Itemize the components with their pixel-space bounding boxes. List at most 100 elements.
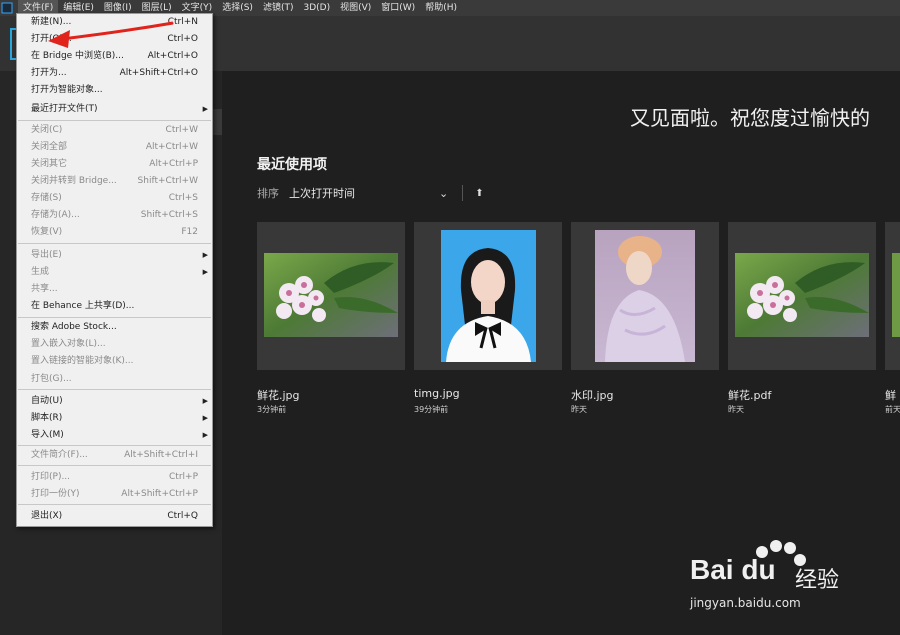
menu-item-browse-bridge[interactable]: 在 Bridge 中浏览(B)... Alt+Ctrl+O <box>17 48 212 65</box>
sort-label: 排序 <box>257 187 279 200</box>
watermark-brand: 经验 <box>795 568 840 593</box>
menu-item-close-others[interactable]: 关闭其它 Alt+Ctrl+P <box>17 156 212 173</box>
sort-direction-icon[interactable]: ⬆ <box>475 188 483 199</box>
menu-item-label: 关闭全部 <box>31 142 68 152</box>
menu-view[interactable]: 视图(V) <box>335 0 376 16</box>
submenu-arrow-icon: ▶ <box>202 251 208 259</box>
menu-separator <box>18 317 211 318</box>
file-name[interactable]: 鲜花.jpg <box>257 387 300 403</box>
menu-item-label: 打开为... <box>31 68 67 78</box>
menu-item-generate[interactable]: 生成 ▶ <box>17 264 212 281</box>
menu-item-open-smart-object[interactable]: 打开为智能对象... <box>17 82 212 99</box>
menu-item-shortcut: Alt+Shift+Ctrl+P <box>121 489 198 499</box>
menu-item-place-linked[interactable]: 置入链接的智能对象(K)... <box>17 353 212 370</box>
menu-item-label: 关闭并转到 Bridge... <box>31 176 117 186</box>
menu-3d[interactable]: 3D(D) <box>298 0 335 16</box>
menu-item-label: 恢复(V) <box>31 227 63 237</box>
file-time: 3分钟前 <box>257 405 287 414</box>
menu-item-close-go-bridge[interactable]: 关闭并转到 Bridge... Shift+Ctrl+W <box>17 173 212 190</box>
menu-item-label: 存储(S) <box>31 193 62 203</box>
menu-item-close-all[interactable]: 关闭全部 Alt+Ctrl+W <box>17 139 212 156</box>
file-time: 前天 <box>885 405 900 414</box>
flower-thumbnail <box>735 253 869 337</box>
submenu-arrow-icon: ▶ <box>202 105 208 113</box>
menu-item-shortcut: Alt+Shift+Ctrl+I <box>124 450 198 460</box>
menu-item-save-as[interactable]: 存储为(A)... Shift+Ctrl+S <box>17 207 212 224</box>
photoshop-logo-icon[interactable] <box>0 0 14 16</box>
menu-item-share[interactable]: 共享... <box>17 281 212 298</box>
menu-item-shortcut: Shift+Ctrl+S <box>140 210 198 220</box>
watermark-url: jingyan.baidu.com <box>690 596 801 610</box>
file-name[interactable]: 鲜花.pdf <box>728 387 771 403</box>
menu-item-shortcut: Shift+Ctrl+W <box>137 176 198 186</box>
menu-item-label: 退出(X) <box>31 511 63 521</box>
menu-filter[interactable]: 滤镜(T) <box>258 0 299 16</box>
recent-file-card[interactable] <box>728 222 876 370</box>
menu-item-label: 最近打开文件(T) <box>31 104 98 114</box>
menu-item-recent-files[interactable]: 最近打开文件(T) ▶ <box>17 101 212 118</box>
chevron-down-icon[interactable]: ⌄ <box>439 187 448 200</box>
flower-thumbnail <box>892 253 900 337</box>
menu-window[interactable]: 窗口(W) <box>376 0 420 16</box>
file-name[interactable]: timg.jpg <box>414 387 460 400</box>
menu-item-package[interactable]: 打包(G)... <box>17 371 212 388</box>
menu-help[interactable]: 帮助(H) <box>420 0 462 16</box>
menu-item-label: 新建(N)... <box>31 17 72 27</box>
menu-item-new[interactable]: 新建(N)... Ctrl+N <box>17 14 212 31</box>
recent-file-card[interactable] <box>885 222 900 370</box>
menu-item-shortcut: Ctrl+W <box>165 125 198 135</box>
recent-file-card[interactable] <box>414 222 562 370</box>
menu-item-label: 导入(M) <box>31 430 64 440</box>
menu-item-place-embedded[interactable]: 置入嵌入对象(L)... <box>17 336 212 353</box>
menu-item-shortcut: Ctrl+Q <box>167 511 198 521</box>
watermark-logo-text: Bai du <box>690 554 776 585</box>
menu-separator <box>18 445 211 446</box>
menu-item-shortcut: Ctrl+N <box>167 17 198 27</box>
menu-item-label: 关闭其它 <box>31 159 68 169</box>
menu-item-scripts[interactable]: 脚本(R) ▶ <box>17 410 212 427</box>
menu-item-open-as[interactable]: 打开为... Alt+Shift+Ctrl+O <box>17 65 212 82</box>
menu-item-save[interactable]: 存储(S) Ctrl+S <box>17 190 212 207</box>
menu-item-label: 在 Behance 上共享(D)... <box>31 301 135 311</box>
file-time: 39分钟前 <box>414 405 449 414</box>
menu-item-label: 打印(P)... <box>31 472 71 482</box>
panel-tab[interactable] <box>212 109 222 135</box>
menu-item-shortcut: Ctrl+P <box>169 472 198 482</box>
menu-item-shortcut: Ctrl+O <box>167 34 198 44</box>
menu-item-open[interactable]: 打开(O)... Ctrl+O <box>17 31 212 48</box>
menu-item-exit[interactable]: 退出(X) Ctrl+Q <box>17 508 212 525</box>
menu-item-print-one[interactable]: 打印一份(Y) Alt+Shift+Ctrl+P <box>17 486 212 503</box>
menu-item-label: 在 Bridge 中浏览(B)... <box>31 51 124 61</box>
recent-file-card[interactable] <box>257 222 405 370</box>
menu-item-search-stock[interactable]: 搜索 Adobe Stock... <box>17 319 212 336</box>
menu-item-print[interactable]: 打印(P)... Ctrl+P <box>17 469 212 486</box>
menu-separator <box>18 389 211 390</box>
menu-item-label: 生成 <box>31 267 50 277</box>
menu-item-label: 关闭(C) <box>31 125 63 135</box>
menu-item-label: 搜索 Adobe Stock... <box>31 322 117 332</box>
portrait-thumbnail <box>441 230 536 362</box>
menu-item-close[interactable]: 关闭(C) Ctrl+W <box>17 122 212 139</box>
menu-item-label: 共享... <box>31 284 58 294</box>
flower-thumbnail <box>264 253 398 337</box>
menu-item-revert[interactable]: 恢复(V) F12 <box>17 224 212 241</box>
sort-select[interactable]: 上次打开时间 <box>289 185 439 201</box>
menu-separator <box>18 504 211 505</box>
menu-item-share-behance[interactable]: 在 Behance 上共享(D)... <box>17 298 212 315</box>
menu-item-label: 存储为(A)... <box>31 210 80 220</box>
greeting-text: 又见面啦。祝您度过愉快的 <box>630 106 870 130</box>
menu-select[interactable]: 选择(S) <box>217 0 258 16</box>
file-time: 昨天 <box>728 405 744 414</box>
menu-item-shortcut: Alt+Ctrl+W <box>145 142 198 152</box>
menu-item-label: 自动(U) <box>31 396 63 406</box>
menu-item-file-info[interactable]: 文件简介(F)... Alt+Shift+Ctrl+I <box>17 447 212 464</box>
menu-separator <box>18 120 211 121</box>
menu-item-import[interactable]: 导入(M) ▶ <box>17 427 212 444</box>
menu-item-export[interactable]: 导出(E) ▶ <box>17 247 212 264</box>
menu-item-shortcut: Alt+Ctrl+O <box>147 51 198 61</box>
menu-item-label: 打印一份(Y) <box>31 489 80 499</box>
recent-file-card[interactable] <box>571 222 719 370</box>
menu-item-automate[interactable]: 自动(U) ▶ <box>17 393 212 410</box>
file-name[interactable]: 鲜 <box>885 387 896 403</box>
file-name[interactable]: 水印.jpg <box>571 387 614 403</box>
